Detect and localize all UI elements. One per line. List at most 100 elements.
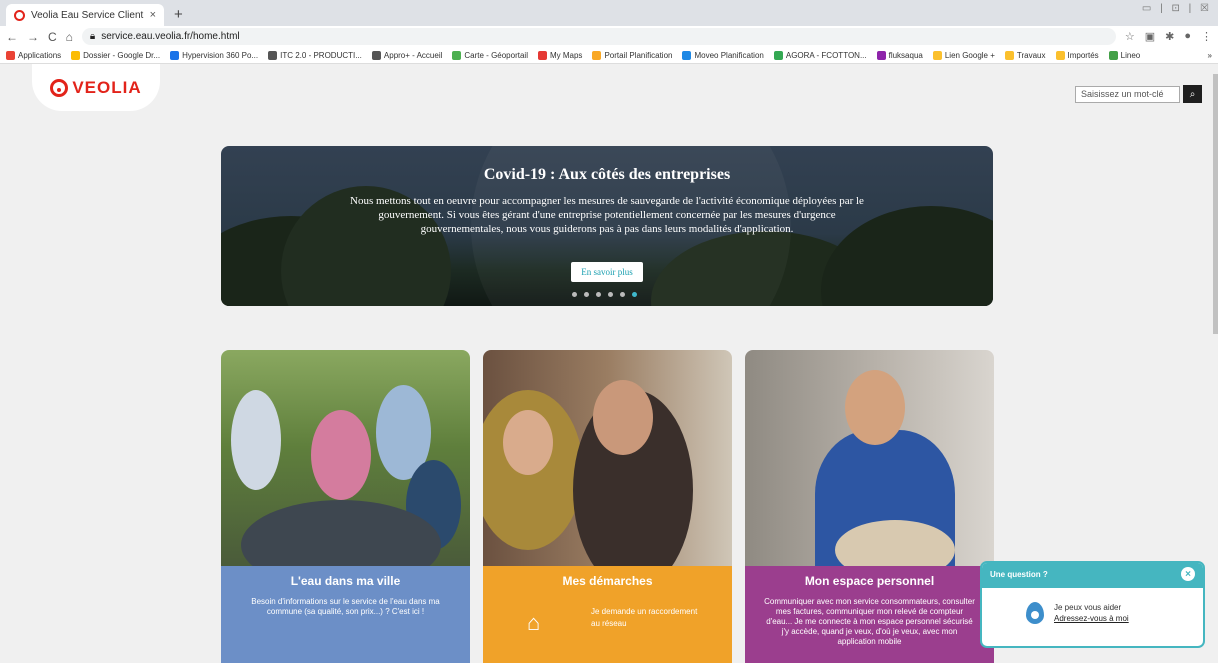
bookmark-item[interactable]: Hypervision 360 Po...	[170, 50, 258, 60]
search-icon: ⌕	[1189, 88, 1196, 100]
address-bar[interactable]: 🔒︎ service.eau.veolia.fr/home.html	[81, 28, 1116, 45]
card-footer: L'eau dans ma ville Besoin d'information…	[221, 566, 470, 663]
carousel-dot[interactable]	[608, 292, 613, 297]
card-text: Je demande un raccordement au réseau	[591, 607, 698, 628]
card-text: Communiquer avec mon service consommateu…	[764, 597, 975, 646]
bookmark-icon	[6, 50, 15, 60]
menu-icon[interactable]: ⋮	[1201, 30, 1212, 43]
home-icon[interactable]: ⌂	[66, 30, 73, 44]
veolia-page: VEOLIA Saisissez un mot-clé ⌕ Covid-19 :…	[0, 64, 1218, 663]
bookmark-item[interactable]: Moveo Planification	[682, 50, 764, 60]
bookmark-icon	[1108, 50, 1118, 60]
extension-icon[interactable]: ▣	[1145, 30, 1155, 43]
carousel-dot[interactable]	[620, 292, 625, 297]
bookmark-icon	[268, 50, 278, 60]
water-connection-icon: ⌂	[527, 610, 541, 635]
chat-close-icon[interactable]: ×	[1181, 567, 1195, 581]
search-button[interactable]: ⌕	[1183, 85, 1202, 103]
bookmark-label: Appro+ - Accueil	[383, 50, 443, 60]
reload-icon[interactable]: C	[48, 30, 57, 44]
more-bookmarks-icon[interactable]: »	[1208, 51, 1212, 60]
card-title: L'eau dans ma ville	[290, 574, 401, 588]
search-input[interactable]: Saisissez un mot-clé	[1075, 86, 1180, 103]
card-footer: Mon espace personnel Communiquer avec mo…	[745, 566, 994, 663]
bookmark-icon	[773, 50, 783, 60]
lock-icon: 🔒︎	[89, 31, 96, 42]
bookmark-icon	[876, 50, 886, 60]
tab-title: Veolia Eau Service Client	[31, 9, 144, 21]
bookmark-item[interactable]: Travaux	[1004, 50, 1046, 60]
bookmark-item[interactable]: ITC 2.0 - PRODUCTI...	[268, 50, 362, 60]
bookmark-item[interactable]: Lien Google +	[932, 50, 995, 60]
bookmark-label: Applications	[18, 50, 62, 60]
bookmark-label: Dossier - Google Dr...	[83, 50, 161, 60]
bookmark-icon	[371, 50, 381, 60]
forward-icon[interactable]: →	[27, 30, 39, 44]
scrollbar-thumb[interactable]	[1213, 74, 1218, 334]
page-scrollbar[interactable]	[1213, 64, 1218, 663]
browser-tab[interactable]: Veolia Eau Service Client ×	[6, 4, 164, 26]
card-title: Mes démarches	[562, 574, 653, 588]
card-footer: Mes démarches ⌂ Je demande un raccordeme…	[483, 566, 732, 663]
family-dinner-image	[221, 350, 470, 566]
bookmark-icon	[682, 50, 692, 60]
carousel-dot[interactable]	[632, 292, 637, 297]
bookmark-icon	[592, 50, 602, 60]
card-title: Mon espace personnel	[804, 574, 935, 588]
bookmarks-bar: Applications Dossier - Google Dr... Hyperv…	[0, 47, 1218, 64]
bookmark-label: Importés	[1067, 50, 1099, 60]
profile-avatar-icon[interactable]: ●	[1184, 30, 1191, 43]
carousel-dots	[572, 292, 637, 297]
bookmark-icon	[1055, 50, 1065, 60]
couple-phone-image	[483, 350, 732, 566]
veolia-logo[interactable]: VEOLIA	[32, 64, 160, 111]
bookmark-item[interactable]: Appro+ - Accueil	[371, 50, 443, 60]
chat-title: Une question ?	[990, 570, 1048, 579]
card-text: Besoin d'informations sur le service de …	[251, 597, 440, 616]
bookmark-label: ITC 2.0 - PRODUCTI...	[280, 50, 362, 60]
veolia-logo-icon	[50, 78, 69, 97]
card-demarches[interactable]: Mes démarches ⌂ Je demande un raccordeme…	[483, 350, 732, 663]
veolia-favicon-icon	[14, 9, 25, 21]
tab-close-icon[interactable]: ×	[150, 9, 156, 21]
water-drop-mascot-icon	[1026, 602, 1044, 624]
card-eau-ville[interactable]: L'eau dans ma ville Besoin d'information…	[221, 350, 470, 663]
bookmark-icon	[452, 50, 462, 60]
learn-more-button[interactable]: En savoir plus	[571, 262, 643, 282]
bookmark-item[interactable]: Dossier - Google Dr...	[71, 50, 161, 60]
star-icon[interactable]: ☆	[1125, 30, 1135, 43]
chat-link[interactable]: Adressez-vous à moi	[1054, 613, 1129, 624]
bookmark-item[interactable]: Portail Planification	[592, 50, 673, 60]
chat-header: Une question ? ×	[982, 563, 1203, 588]
puzzle-icon[interactable]: ✱	[1165, 30, 1174, 43]
bookmark-item[interactable]: My Maps	[537, 50, 583, 60]
carousel-dot[interactable]	[596, 292, 601, 297]
bookmark-item[interactable]: Importés	[1055, 50, 1099, 60]
window-controls[interactable]: ▭ | ⊡ | ☒	[1142, 3, 1212, 14]
back-icon[interactable]: ←	[6, 30, 18, 44]
chat-message: Je peux vous aider	[1054, 603, 1122, 612]
bookmark-label: Lineo	[1120, 50, 1141, 60]
bookmark-icon	[537, 50, 547, 60]
browser-tab-strip: Veolia Eau Service Client × + ▭ | ⊡ | ☒	[0, 0, 1218, 26]
bookmark-label: Carte - Géoportail	[464, 50, 528, 60]
bookmark-icon	[170, 50, 180, 60]
banner-title: Covid-19 : Aux côtés des entreprises	[483, 166, 731, 183]
bookmark-label: Moveo Planification	[694, 50, 764, 60]
logo-text: VEOLIA	[72, 77, 142, 97]
bookmark-item[interactable]: fluksaqua	[876, 50, 923, 60]
bookmark-item[interactable]: Carte - Géoportail	[452, 50, 528, 60]
bookmark-item[interactable]: AGORA - FCOTTON...	[773, 50, 867, 60]
bookmark-icon	[932, 50, 942, 60]
bookmark-label: My Maps	[549, 50, 583, 60]
new-tab-button[interactable]: +	[164, 6, 193, 26]
url-text: service.eau.veolia.fr/home.html	[101, 31, 240, 42]
carousel-dot[interactable]	[572, 292, 577, 297]
card-espace-personnel[interactable]: Mon espace personnel Communiquer avec mo…	[745, 350, 994, 663]
carousel-dot[interactable]	[584, 292, 589, 297]
bookmark-label: Travaux	[1016, 50, 1046, 60]
bookmark-item[interactable]: Applications	[6, 50, 62, 60]
bookmark-icon	[1004, 50, 1014, 60]
bookmark-item[interactable]: Lineo	[1108, 50, 1141, 60]
bookmark-label: Portail Planification	[604, 50, 673, 60]
